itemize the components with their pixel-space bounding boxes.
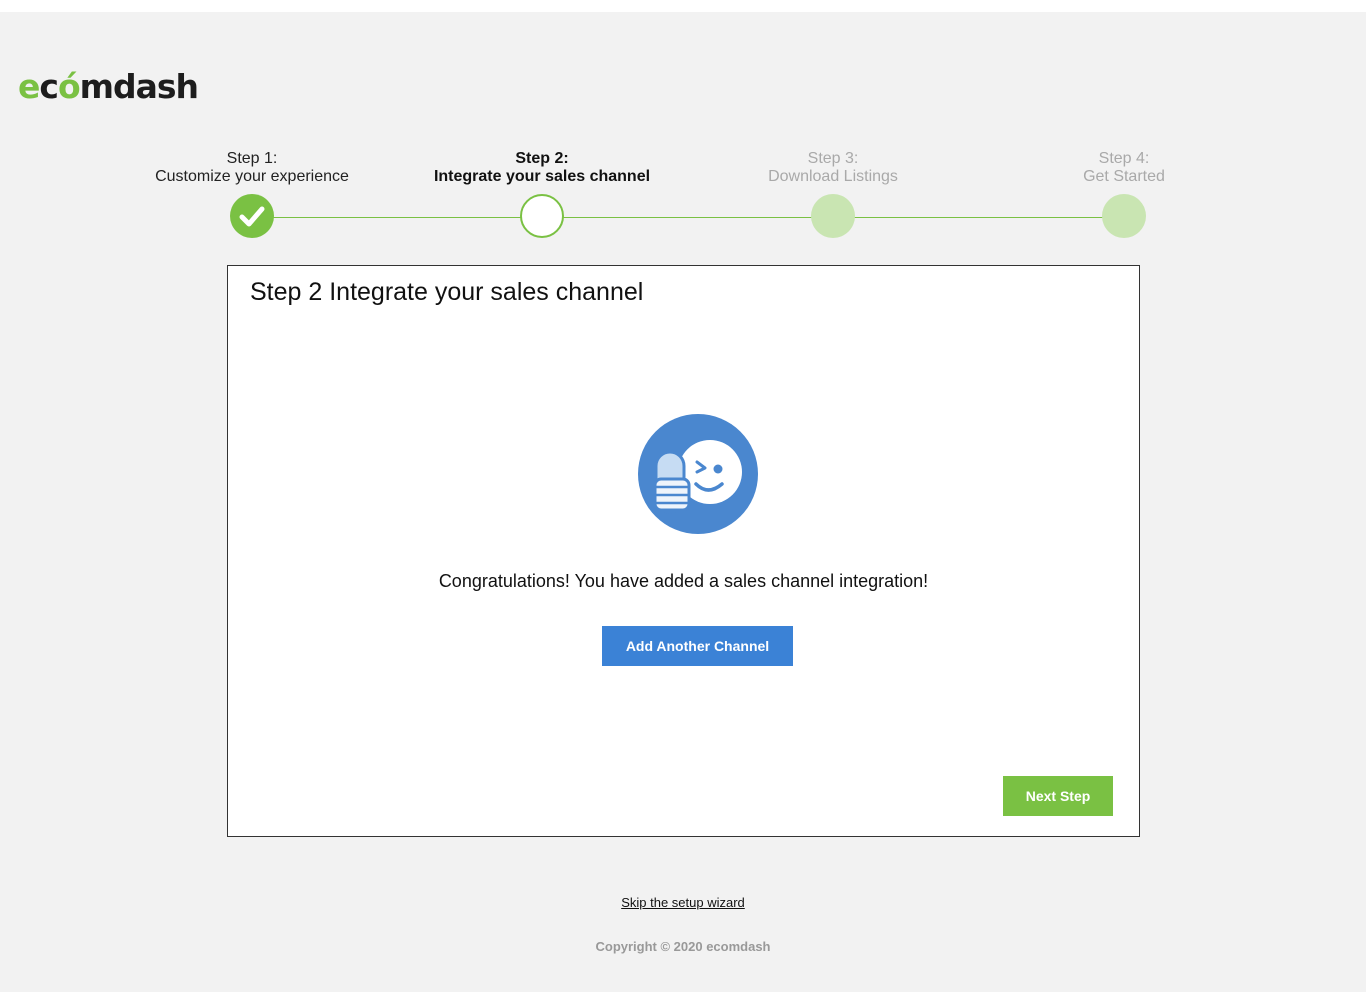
step-1-title: Step 1: [226, 150, 278, 167]
logo-letter-c: c [39, 66, 59, 106]
step-4-title: Step 4: [1098, 150, 1150, 167]
next-step-button[interactable]: Next Step [1003, 776, 1113, 816]
step-2: Step 2: Integrate your sales channel [412, 150, 672, 238]
card-title: Step 2 Integrate your sales channel [250, 278, 644, 306]
setup-stepper: Step 1: Customize your experience Step 2… [0, 150, 1366, 250]
step-3-label: Download Listings [768, 168, 898, 185]
logo-rest: mdash [79, 66, 199, 106]
step-4-label: Get Started [1083, 168, 1165, 185]
add-another-channel-button[interactable]: Add Another Channel [602, 626, 793, 666]
logo-letter-o: ó [57, 66, 81, 106]
stepper-connector [252, 217, 1124, 218]
step-2-title: Step 2: [515, 150, 569, 167]
skip-setup-wizard-link[interactable]: Skip the setup wizard [621, 895, 745, 910]
step-4-indicator [1102, 194, 1146, 238]
copyright-text: Copyright © 2020 ecomdash [595, 939, 771, 954]
step-3-indicator [811, 194, 855, 238]
step-2-label: Integrate your sales channel [433, 168, 651, 185]
step-2-active-indicator [520, 194, 564, 238]
step-1-complete-indicator [230, 194, 274, 238]
success-message: Congratulations! You have added a sales … [438, 571, 929, 591]
setup-step-card: Step 2 Integrate your sales channel Cong… [227, 265, 1140, 837]
step-1: Step 1: Customize your experience [122, 150, 382, 238]
skip-wizard-row: Skip the setup wizard [0, 895, 1366, 910]
logo-letter-e: e [18, 66, 40, 106]
step-4: Step 4: Get Started [994, 150, 1254, 238]
thumbs-up-wink-icon [638, 414, 758, 534]
step-3: Step 3: Download Listings [703, 150, 963, 238]
ecomdash-logo[interactable]: e c ó mdash [18, 64, 199, 108]
check-icon [239, 206, 265, 227]
step-1-label: Customize your experience [155, 168, 349, 185]
step-3-title: Step 3: [807, 150, 859, 167]
